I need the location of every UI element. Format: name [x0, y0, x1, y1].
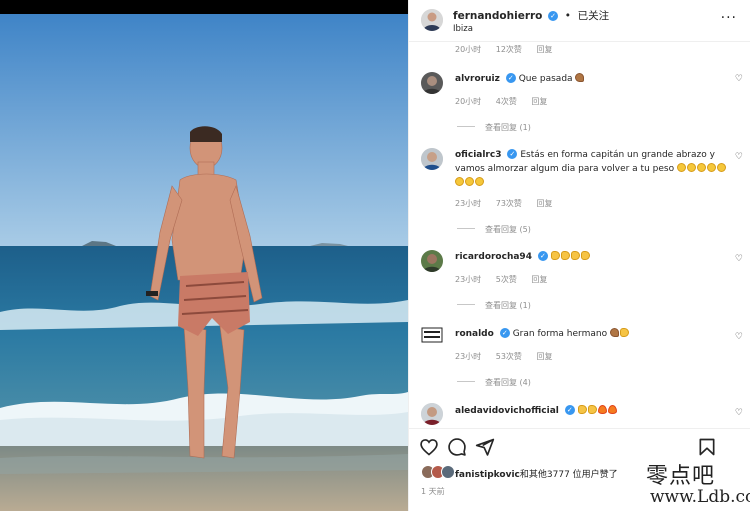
verified-badge-icon: ✓ [564, 405, 575, 415]
reply-button[interactable]: 回复 [536, 199, 552, 208]
comment-meta: 20小时 4次赞 回复 [455, 96, 559, 107]
comment-time: 20小时 [455, 97, 482, 106]
comment-meta: 23小时 53次赞 回复 [455, 351, 564, 362]
replies-divider [457, 381, 475, 382]
comment-time: 20小时 [455, 45, 482, 54]
comment-bubble-icon[interactable] [447, 437, 467, 457]
commenter-username[interactable]: oficialrc3 [455, 150, 501, 160]
commenter-avatar[interactable] [421, 403, 443, 425]
view-replies-label[interactable]: 查看回复 (4) [485, 378, 531, 387]
watermark-url: www.Ldb.cc [650, 487, 750, 507]
reply-button[interactable]: 回复 [531, 97, 547, 106]
view-replies-label[interactable]: 查看回复 (5) [485, 225, 531, 234]
more-options-icon[interactable]: ··· [721, 10, 737, 26]
save-bookmark-icon[interactable] [697, 437, 717, 457]
commenter-avatar[interactable] [421, 250, 443, 272]
view-replies-button[interactable]: 查看回复 (1) [457, 122, 531, 133]
verified-badge-icon: ✓ [537, 251, 548, 261]
verified-badge-icon: ✓ [499, 328, 510, 338]
commenter-username[interactable]: alvroruiz [455, 74, 500, 84]
like-heart-icon[interactable] [419, 437, 439, 457]
muscle-emojis-icon [609, 328, 630, 339]
comment-meta: 23小时 5次赞 回复 [455, 274, 559, 285]
comment-body: Gran forma hermano [512, 329, 608, 339]
follow-separator: • [564, 10, 571, 22]
verified-badge-icon: ✓ [505, 73, 516, 83]
like-comment-heart-icon[interactable]: ♡ [735, 74, 743, 84]
commenter-avatar[interactable] [421, 72, 443, 94]
like-comment-heart-icon[interactable]: ♡ [735, 152, 743, 162]
comment-text: ronaldo ✓ Gran forma hermano [455, 327, 727, 341]
reply-button[interactable]: 回复 [531, 275, 547, 284]
like-comment-heart-icon[interactable]: ♡ [735, 332, 743, 342]
commenter-username[interactable]: ronaldo [455, 329, 494, 339]
likes-text[interactable]: fanistipkovic和其他3777 位用户赞了 [455, 467, 618, 480]
view-replies-button[interactable]: 查看回复 (4) [457, 377, 531, 388]
replies-divider [457, 304, 475, 305]
like-comment-heart-icon[interactable]: ♡ [735, 254, 743, 264]
likes-count: 和其他3777 位用户赞了 [519, 470, 618, 480]
author-line: fernandohierro ✓ • 已关注 [453, 8, 609, 23]
comment-text: oficialrc3 ✓ Estás en forma capitán un gr… [455, 148, 727, 190]
following-button[interactable]: 已关注 [578, 10, 610, 22]
post-header: fernandohierro ✓ • 已关注 Ibiza ··· [409, 0, 750, 42]
liker-username[interactable]: fanistipkovic [455, 470, 520, 480]
reply-button[interactable]: 回复 [536, 352, 552, 361]
liker-avatar [441, 465, 455, 479]
comment-list[interactable]: 20小时 12次赞 回复 alvroruiz ✓ Que pasada ♡ 20小… [409, 42, 750, 428]
author-username[interactable]: fernandohierro [453, 10, 542, 22]
replies-divider [457, 126, 475, 127]
share-send-icon[interactable] [475, 437, 495, 457]
author-avatar[interactable] [421, 9, 443, 31]
commenter-username[interactable]: ricardorocha94 [455, 252, 532, 262]
comment-meta: 20小时 12次赞 回复 [455, 44, 564, 55]
view-replies-button[interactable]: 查看回复 (1) [457, 300, 531, 311]
comment-body: Que pasada [518, 74, 573, 84]
post-location[interactable]: Ibiza [453, 24, 473, 34]
watermark-title: 零点吧 [646, 464, 716, 489]
post-timestamp: 1 天前 [421, 487, 445, 496]
verified-badge-icon: ✓ [507, 149, 518, 159]
comment-likes[interactable]: 4次赞 [496, 97, 517, 106]
comment-likes[interactable]: 73次赞 [496, 199, 522, 208]
comment-text: aledavidovichofficial ✓ [455, 404, 727, 418]
comment-likes[interactable]: 12次赞 [496, 45, 522, 54]
view-replies-button[interactable]: 查看回复 (5) [457, 224, 531, 235]
post-photo[interactable] [0, 0, 408, 511]
beach-photo [0, 0, 408, 511]
reply-button[interactable]: 回复 [536, 45, 552, 54]
comment-time: 23小时 [455, 275, 482, 284]
replies-divider [457, 228, 475, 229]
like-comment-heart-icon[interactable]: ♡ [735, 408, 743, 418]
clap-fire-emojis-icon [577, 405, 618, 416]
commenter-avatar[interactable] [421, 148, 443, 170]
comment-time: 23小时 [455, 199, 482, 208]
comment-time: 23小时 [455, 352, 482, 361]
clapping-emojis-icon [550, 251, 591, 262]
flexed-biceps-emoji-icon [575, 73, 585, 82]
comment-text: ricardorocha94 ✓ [455, 250, 727, 264]
commenter-avatar[interactable] [421, 327, 443, 343]
post-panel: fernandohierro ✓ • 已关注 Ibiza ··· 20小时 12… [408, 0, 750, 511]
comment-text: alvroruiz ✓ Que pasada [455, 72, 727, 86]
view-replies-label[interactable]: 查看回复 (1) [485, 123, 531, 132]
comment-likes[interactable]: 53次赞 [496, 352, 522, 361]
comment-meta: 23小时 73次赞 回复 [455, 198, 564, 209]
commenter-username[interactable]: aledavidovichofficial [455, 406, 559, 416]
verified-badge-icon: ✓ [548, 11, 559, 21]
comment-likes[interactable]: 5次赞 [496, 275, 517, 284]
view-replies-label[interactable]: 查看回复 (1) [485, 301, 531, 310]
